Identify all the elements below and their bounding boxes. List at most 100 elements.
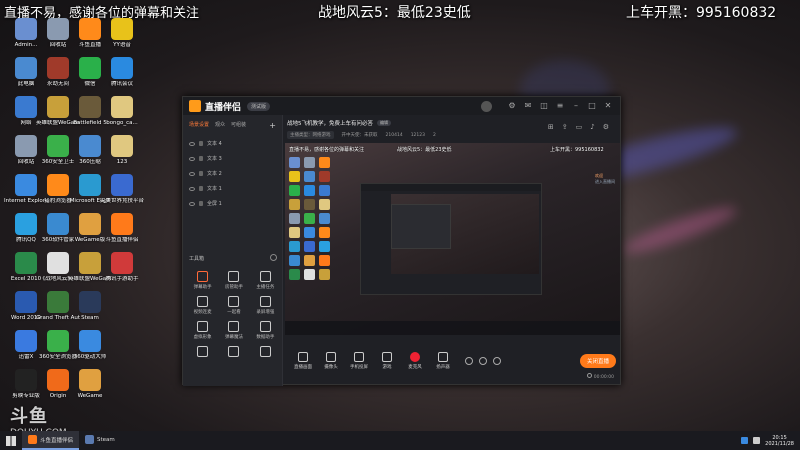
- desktop-icon[interactable]: WeGame: [68, 369, 112, 400]
- share-icon[interactable]: ⇪: [562, 123, 568, 131]
- tab-audience[interactable]: 观众: [215, 121, 225, 130]
- desktop-icon[interactable]: 完美世界竞技平台: [100, 174, 144, 205]
- tool-icon: [259, 346, 271, 357]
- overlay-game-text: 战地风云5：最低23史低: [318, 5, 471, 21]
- tool-icon: [259, 321, 271, 332]
- clock-date: 2021/11/28: [765, 440, 794, 447]
- toolbox-item[interactable]: 一起看: [218, 296, 249, 315]
- avatar[interactable]: [481, 100, 492, 112]
- desktop-icon[interactable]: YY语音: [100, 18, 144, 49]
- source-item[interactable]: 全屏 1: [183, 196, 282, 211]
- minimize-icon[interactable]: –: [570, 101, 582, 111]
- bell-icon[interactable]: ♪: [590, 123, 594, 131]
- room-title: 战地5飞机教学，免费上车有问必答: [287, 121, 374, 127]
- visibility-icon[interactable]: [189, 141, 195, 146]
- overlay-group-text: 上车开黑：995160832: [626, 5, 777, 21]
- desktop-icon[interactable]: 斗鱼直播伴侣: [100, 213, 144, 244]
- volume-icon[interactable]: [753, 437, 761, 444]
- toolbox-item[interactable]: 弹幕助手: [187, 271, 218, 290]
- tool-icon: [228, 321, 240, 332]
- toolbox-item[interactable]: 房管助手: [218, 271, 249, 290]
- version-badge[interactable]: 测试版: [247, 101, 271, 111]
- taskbar-item[interactable]: Steam: [79, 431, 121, 450]
- settings-icon[interactable]: ⚙: [506, 101, 518, 111]
- desktop-icon[interactable]: Steam: [68, 291, 112, 322]
- lock-icon[interactable]: [199, 156, 203, 161]
- menu-icon[interactable]: ≡: [554, 101, 566, 111]
- visibility-icon[interactable]: [189, 201, 195, 206]
- room-header: 战地5飞机教学，免费上车有问必答 编辑 主播类型：网络游戏 开中天使：未获取 2…: [287, 119, 617, 139]
- toolbox-item[interactable]: 虚拟形象: [187, 321, 218, 340]
- toolbox-item[interactable]: 弹幕魔法: [218, 321, 249, 340]
- skin-icon[interactable]: ◫: [538, 101, 550, 111]
- preview-mini-icon: [304, 241, 315, 252]
- start-button[interactable]: [0, 431, 22, 450]
- message-icon[interactable]: ✉: [522, 101, 534, 111]
- desktop-icon[interactable]: 360驱动大师: [68, 330, 112, 361]
- toolbox-item[interactable]: [250, 346, 281, 359]
- source-item[interactable]: 文本 4: [183, 136, 282, 151]
- close-icon[interactable]: ✕: [602, 101, 614, 111]
- add-source-microphone[interactable]: 麦克风: [403, 352, 427, 370]
- record-icon[interactable]: [586, 372, 592, 378]
- app-icon: [47, 57, 69, 79]
- tab-assemble[interactable]: 可组装: [231, 121, 246, 130]
- preview-mini-icon: [319, 227, 330, 238]
- go-live-button[interactable]: 关闭直播: [579, 354, 616, 368]
- add-source-button[interactable]: +: [269, 121, 276, 130]
- lock-icon[interactable]: [199, 186, 203, 191]
- visibility-icon[interactable]: [189, 156, 195, 161]
- visibility-icon[interactable]: [189, 171, 195, 176]
- add-source-camera[interactable]: 摄像头: [319, 352, 343, 370]
- settings-icon[interactable]: [465, 357, 473, 365]
- edit-title-button[interactable]: 编辑: [377, 120, 392, 126]
- desktop-icon[interactable]: 123: [100, 135, 144, 166]
- desktop-icon-label: 完美世界竞技平台: [100, 198, 144, 204]
- gift-icon[interactable]: ⊞: [548, 123, 554, 131]
- network-icon[interactable]: [741, 437, 749, 444]
- desktop-icon[interactable]: 腾讯手游助手: [100, 252, 144, 283]
- app-icon: [111, 135, 133, 157]
- toolbox-item[interactable]: [218, 346, 249, 359]
- add-source-phone-cast[interactable]: 手机投屏: [347, 352, 371, 370]
- tool-icon: [197, 271, 209, 282]
- add-source-game[interactable]: 游戏: [375, 352, 399, 370]
- toolbox-grid: 弹幕助手 房管助手 主播任务视频连麦 一起看 录屏增强虚拟形象 弹幕魔法 数据助手: [187, 271, 281, 359]
- taskbar-item[interactable]: 斗鱼直播伴侣: [22, 431, 80, 450]
- lock-icon[interactable]: [199, 171, 203, 176]
- tool-icon: [197, 321, 209, 332]
- toolbox-item[interactable]: 数据助手: [250, 321, 281, 340]
- viewer-stat: 2: [433, 132, 436, 138]
- desktop-icon[interactable]: 腾讯会议: [100, 57, 144, 88]
- gear-icon[interactable]: [493, 357, 501, 365]
- toolbox-item[interactable]: 主播任务: [250, 271, 281, 290]
- toolbox-item[interactable]: 录屏增强: [250, 296, 281, 315]
- app-icon: [111, 18, 133, 40]
- toolbox-collapse-icon[interactable]: [270, 254, 277, 261]
- source-item[interactable]: 文本 3: [183, 151, 282, 166]
- lock-icon[interactable]: [199, 201, 203, 206]
- tool-label: 弹幕助手: [193, 285, 212, 290]
- add-source-screen-capture[interactable]: 直播画面: [291, 352, 315, 370]
- source-item[interactable]: 文本 2: [183, 166, 282, 181]
- screen-icon[interactable]: ▭: [576, 123, 583, 131]
- settings-icon[interactable]: ⚙: [603, 123, 609, 131]
- toolbox-item[interactable]: [187, 346, 218, 359]
- live-timer: 00:00:00: [593, 374, 614, 380]
- preview-mini-icon: [319, 199, 330, 210]
- visibility-icon[interactable]: [189, 186, 195, 191]
- toolbox-item[interactable]: 视频连麦: [187, 296, 218, 315]
- add-source-speaker[interactable]: 扬声器: [431, 352, 455, 370]
- live-preview[interactable]: 直播不易，感谢各位的弹幕和关注 战地风云5：最低23史低 上车开黑：995160…: [285, 143, 620, 335]
- maximize-icon[interactable]: □: [586, 101, 598, 111]
- source-item[interactable]: 文本 1: [183, 181, 282, 196]
- lock-icon[interactable]: [199, 141, 203, 146]
- desktop-icon[interactable]: bongo_ca...: [100, 96, 144, 127]
- clock[interactable]: 20:15 2021/11/28: [765, 435, 794, 447]
- app-icon: [47, 174, 69, 196]
- app-icon: [47, 213, 69, 235]
- category-selector[interactable]: 主播类型：网络游戏: [287, 131, 334, 139]
- source-name: 文本 4: [207, 141, 222, 147]
- tab-scene[interactable]: 场景设置: [189, 121, 209, 130]
- eye-icon[interactable]: [479, 357, 487, 365]
